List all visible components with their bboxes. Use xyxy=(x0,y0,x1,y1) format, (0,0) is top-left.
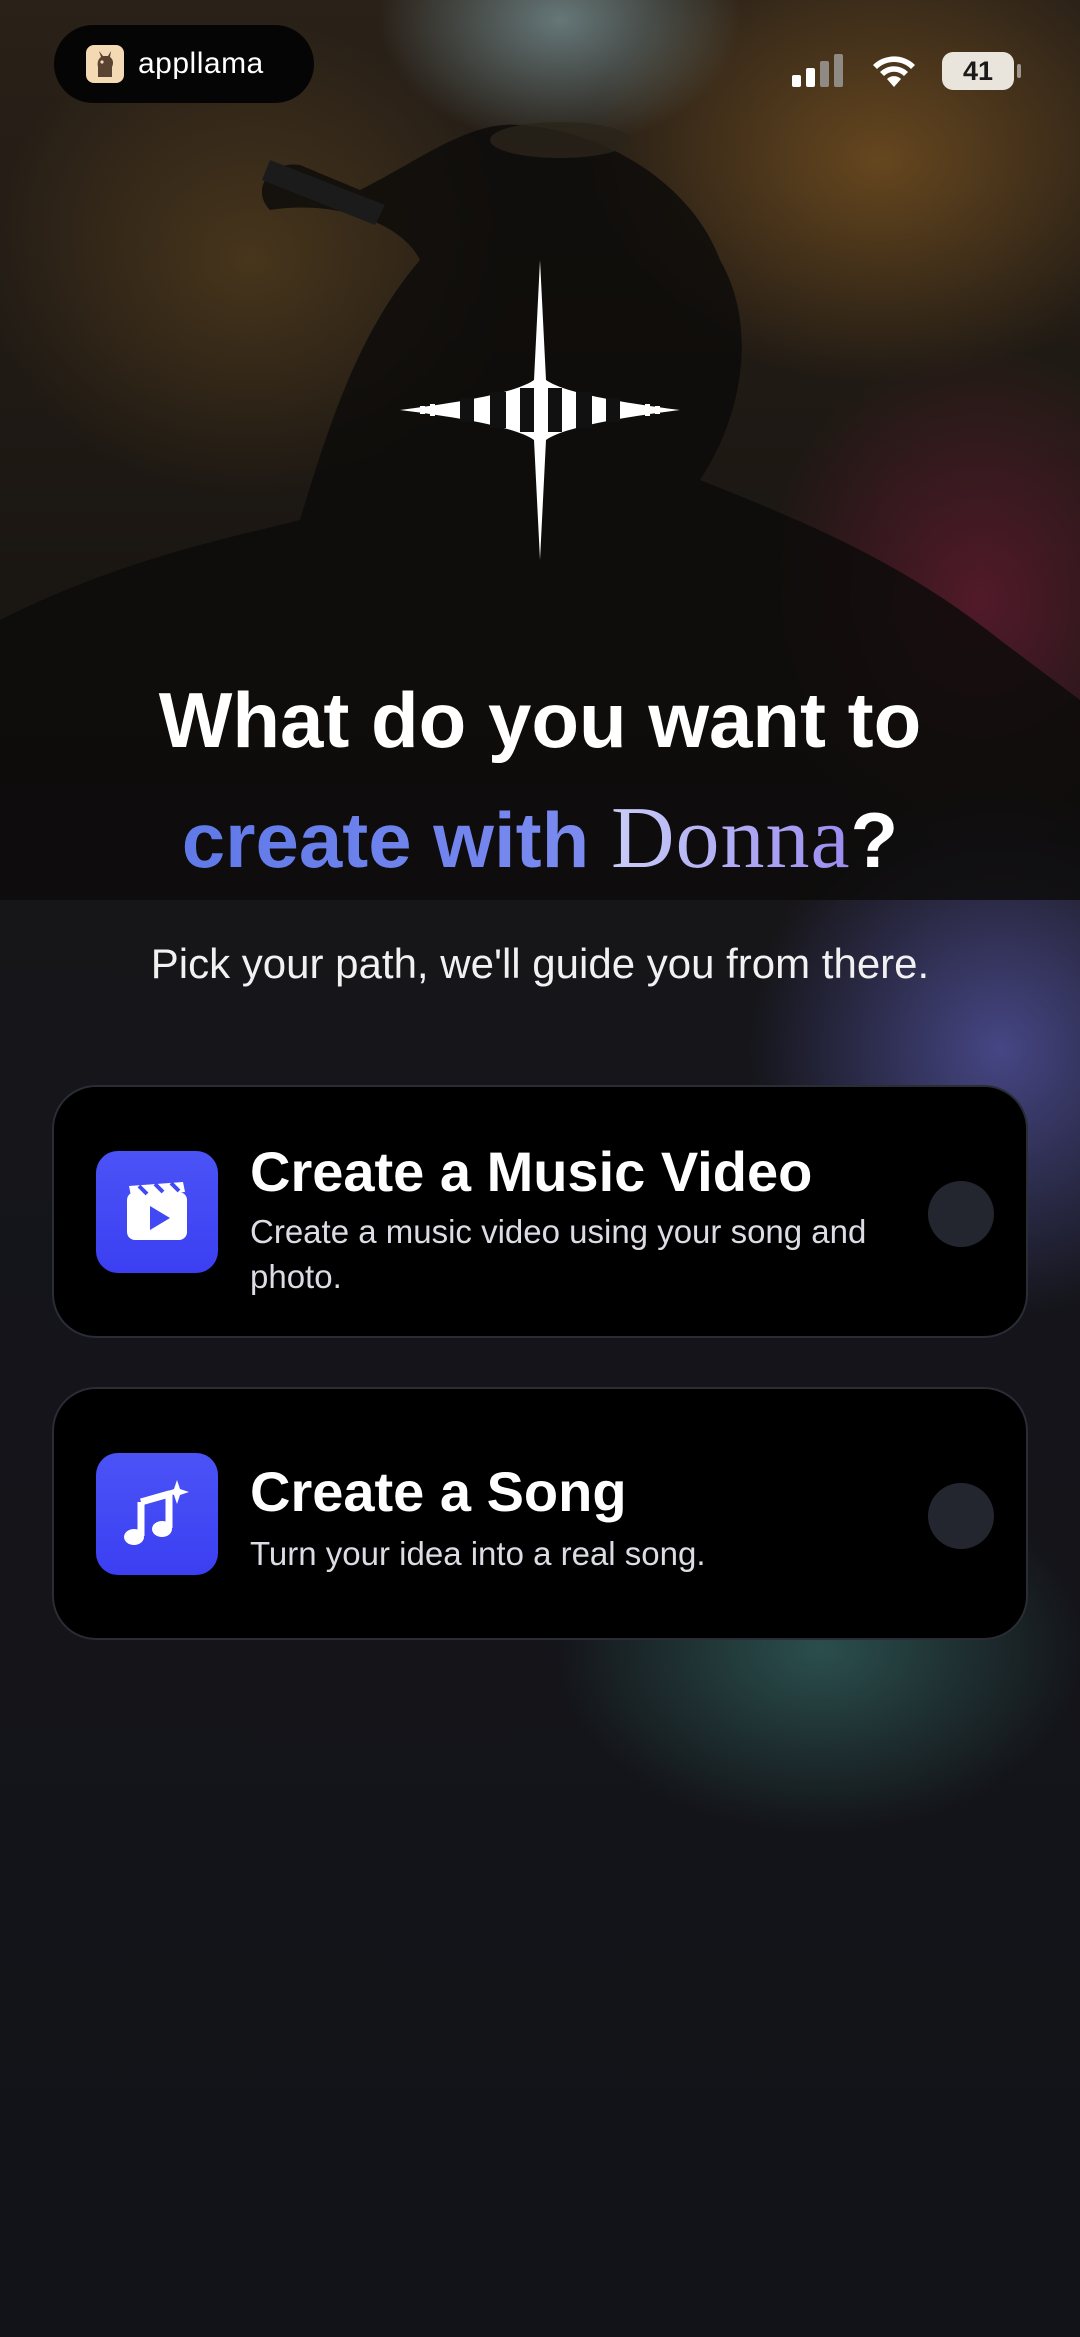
option-title: Create a Music Video xyxy=(250,1140,813,1203)
option-description: Create a music video using your song and… xyxy=(250,1213,867,1295)
music-note-sparkle-icon xyxy=(96,1453,218,1575)
onboarding-screen: appllama 41 What do you want to create w… xyxy=(0,0,1080,2337)
headline-prefix: create with xyxy=(181,796,611,884)
wifi-icon xyxy=(873,56,915,87)
option-title: Create a Song xyxy=(250,1460,627,1523)
option-radio-button[interactable] xyxy=(928,1483,994,1549)
video-clapper-icon xyxy=(96,1151,218,1273)
battery-indicator: 41 xyxy=(942,52,1021,90)
option-radio-button[interactable] xyxy=(928,1181,994,1247)
headline-line-2: create with Donna? xyxy=(0,788,1080,889)
subtitle: Pick your path, we'll guide you from the… xyxy=(150,940,930,987)
donna-brand-name: Donna xyxy=(610,790,851,887)
status-indicators: 41 xyxy=(790,52,1021,90)
option-description: Turn your idea into a real song. xyxy=(250,1535,706,1572)
appllama-pill[interactable]: appllama xyxy=(54,25,314,103)
option-card-song[interactable]: Create a Song Turn your idea into a real… xyxy=(52,1387,1028,1640)
appllama-label: appllama xyxy=(138,47,264,80)
option-card-music-video[interactable]: Create a Music Video Create a music vide… xyxy=(52,1085,1028,1338)
donna-waveform-logo-icon xyxy=(400,260,680,560)
cellular-signal-icon xyxy=(792,54,843,87)
headline-line-1: What do you want to xyxy=(158,676,922,764)
headline-suffix: ? xyxy=(850,796,899,884)
llama-icon xyxy=(86,45,124,83)
